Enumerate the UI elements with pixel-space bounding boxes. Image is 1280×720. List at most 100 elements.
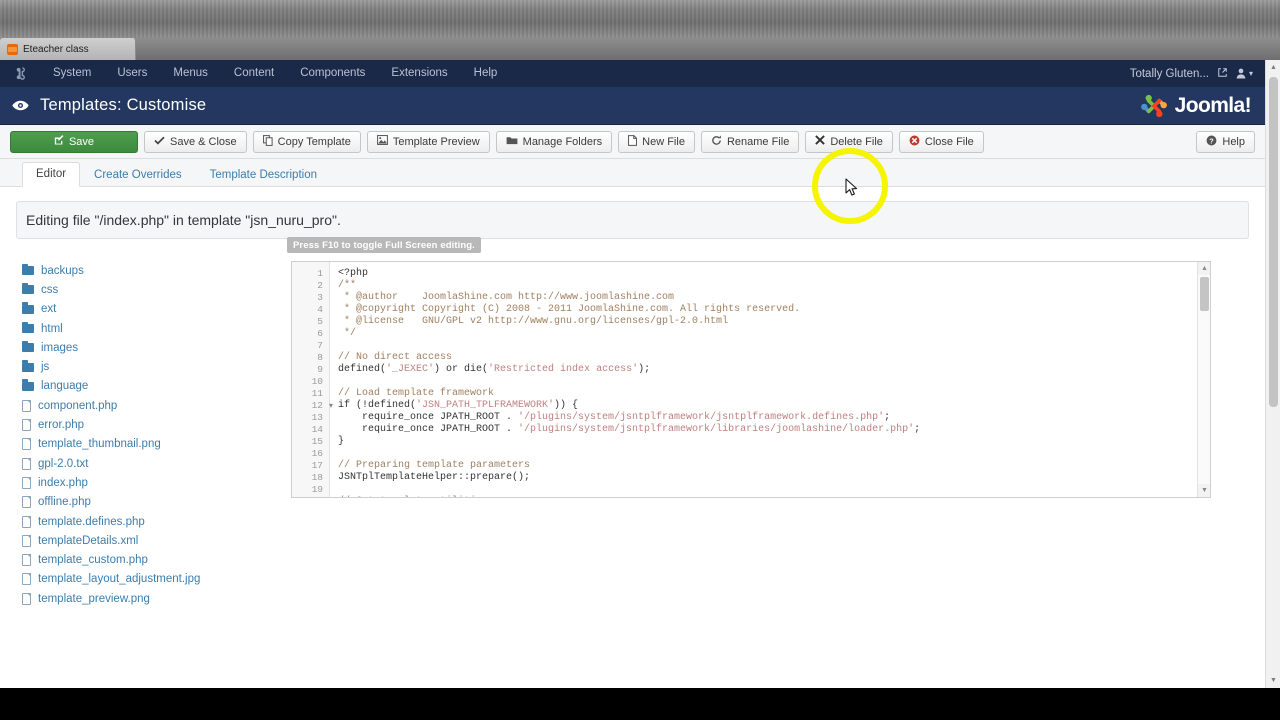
nav-item-system[interactable]: System (40, 60, 104, 87)
code-line: defined('_JEXEC') or die('Restricted ind… (338, 364, 651, 375)
orange-favicon-icon (7, 43, 18, 55)
file-tree-label: templateDetails.xml (38, 534, 139, 547)
file-tree-item-js[interactable]: js (22, 357, 291, 376)
copy-template-button[interactable]: Copy Template (252, 130, 361, 153)
nav-item-components[interactable]: Components (287, 60, 378, 87)
file-tree-item-index-php[interactable]: index.php (22, 473, 291, 492)
file-tree-item-images[interactable]: images (22, 338, 291, 357)
save-and-close-button[interactable]: Save & Close (144, 130, 247, 153)
file-tree-item-templatedetails-xml[interactable]: templateDetails.xml (22, 531, 291, 550)
tabs-row: Editor Create Overrides Template Descrip… (0, 159, 1265, 187)
code-line: JSNTplTemplateHelper::prepare(); (338, 472, 531, 483)
page-subheader: Templates: Customise Joomla! (0, 87, 1265, 125)
file-tree-label: template_preview.png (38, 592, 150, 605)
browser-scrollbar-thumb[interactable] (1269, 77, 1278, 407)
fold-toggle-icon[interactable]: ▾ (329, 401, 333, 413)
scrollbar-thumb[interactable] (1200, 277, 1209, 311)
file-tree-item-offline-php[interactable]: offline.php (22, 493, 291, 512)
browser-tab[interactable]: Eteacher class (0, 38, 136, 60)
browser-tab-title: Eteacher class (23, 43, 89, 55)
new-file-button[interactable]: New File (618, 130, 695, 153)
line-number: 7 (317, 340, 323, 351)
save-button[interactable]: Save (10, 130, 138, 153)
line-number: 19 (311, 484, 323, 495)
line-number: 13 (311, 412, 323, 423)
line-number-gutter: 123456789101112▾1314151617181920 (292, 262, 333, 497)
scroll-up-icon[interactable]: ▲ (1266, 60, 1280, 75)
nav-item-content[interactable]: Content (221, 60, 287, 87)
file-tree-item-template-defines-php[interactable]: template.defines.php (22, 512, 291, 531)
file-tree-item-template-thumbnail-png[interactable]: template_thumbnail.png (22, 435, 291, 454)
code-line: // Preparing template parameters (338, 460, 531, 471)
file-tree-item-component-php[interactable]: component.php (22, 396, 291, 415)
file-tree-label: template_thumbnail.png (38, 438, 161, 451)
line-number: 10 (311, 376, 323, 387)
file-tree-label: language (41, 380, 89, 393)
code-line: if (!defined('JSN_PATH_TPLFRAMEWORK')) { (338, 400, 579, 411)
browser-scrollbar[interactable]: ▲ ▼ (1265, 60, 1280, 688)
file-tree-item-error-php[interactable]: error.php (22, 415, 291, 434)
file-tree-item-template-custom-php[interactable]: template_custom.php (22, 550, 291, 569)
code-line: } (338, 436, 345, 447)
rename-file-button[interactable]: Rename File (700, 130, 800, 153)
screen: Eteacher class System Users Menus Conten… (0, 0, 1280, 720)
template-preview-button[interactable]: Template Preview (366, 130, 490, 153)
file-tree-label: template_custom.php (38, 554, 148, 567)
help-button[interactable]: ? Help (1196, 130, 1255, 153)
file-icon (22, 573, 31, 586)
file-tree-item-ext[interactable]: ext (22, 300, 291, 319)
file-tree-item-template-preview-png[interactable]: template_preview.png (22, 589, 291, 608)
folder-icon (22, 302, 34, 314)
folder-icon (22, 379, 34, 391)
file-tree-label: offline.php (38, 496, 91, 509)
editor-scrollbar[interactable]: ▲ ▼ (1197, 262, 1210, 497)
tab-create-overrides[interactable]: Create Overrides (80, 163, 196, 187)
manage-folders-button[interactable]: Manage Folders (495, 130, 613, 153)
file-tree-item-language[interactable]: language (22, 377, 291, 396)
line-number: 18 (311, 472, 323, 483)
nav-item-extensions[interactable]: Extensions (378, 60, 460, 87)
scroll-down-icon[interactable]: ▼ (1198, 484, 1210, 497)
line-number: 3 (317, 292, 323, 303)
code-line: * @author JoomlaShine.com http://www.joo… (338, 292, 675, 303)
manage-folders-label: Manage Folders (522, 135, 603, 148)
page-title: Templates: Customise (40, 96, 207, 114)
tab-editor[interactable]: Editor (22, 162, 81, 187)
line-number: 16 (311, 448, 323, 459)
file-icon (22, 592, 31, 605)
file-tree-label: images (41, 341, 79, 354)
code-text-area[interactable]: <?php/** * @author JoomlaShine.com http:… (330, 262, 1210, 497)
x-icon (815, 135, 826, 148)
external-link-icon[interactable] (1218, 67, 1227, 80)
joomla-mark-icon[interactable] (0, 66, 40, 81)
copy-icon (262, 134, 273, 149)
file-tree-item-backups[interactable]: backups (22, 261, 291, 280)
save-button-label: Save (68, 135, 95, 148)
tab-template-description[interactable]: Template Description (196, 163, 331, 187)
file-tree-item-css[interactable]: css (22, 280, 291, 299)
nav-item-users[interactable]: Users (104, 60, 160, 87)
code-editor[interactable]: 123456789101112▾1314151617181920 <?php/*… (291, 261, 1211, 498)
site-name-label[interactable]: Totally Gluten... (1130, 68, 1209, 80)
user-menu[interactable]: ▾ (1236, 68, 1253, 79)
folder-icon (22, 340, 34, 353)
nav-item-menus[interactable]: Menus (160, 60, 221, 87)
scroll-down-icon[interactable]: ▼ (1266, 673, 1280, 688)
delete-file-button[interactable]: Delete File (805, 130, 893, 153)
line-number: 6 (317, 328, 323, 339)
scroll-up-icon[interactable]: ▲ (1198, 262, 1210, 275)
file-tree-item-html[interactable]: html (22, 319, 291, 338)
file-icon (22, 515, 31, 528)
nav-items: System Users Menus Content Components Ex… (40, 60, 510, 87)
cancel-circle-icon (909, 135, 920, 149)
code-line: // Get template utilities (338, 496, 1210, 497)
file-icon (22, 399, 31, 412)
file-tree-item-template-layout-adjustment-jpg[interactable]: template_layout_adjustment.jpg (22, 570, 291, 589)
close-file-button[interactable]: Close File (898, 130, 984, 153)
admin-toolbar: Save Save & Close Copy Template Template… (0, 125, 1265, 159)
nav-item-help[interactable]: Help (461, 60, 511, 87)
file-tree-item-gpl-2-0-txt[interactable]: gpl-2.0.txt (22, 454, 291, 473)
refresh-icon (711, 135, 722, 149)
